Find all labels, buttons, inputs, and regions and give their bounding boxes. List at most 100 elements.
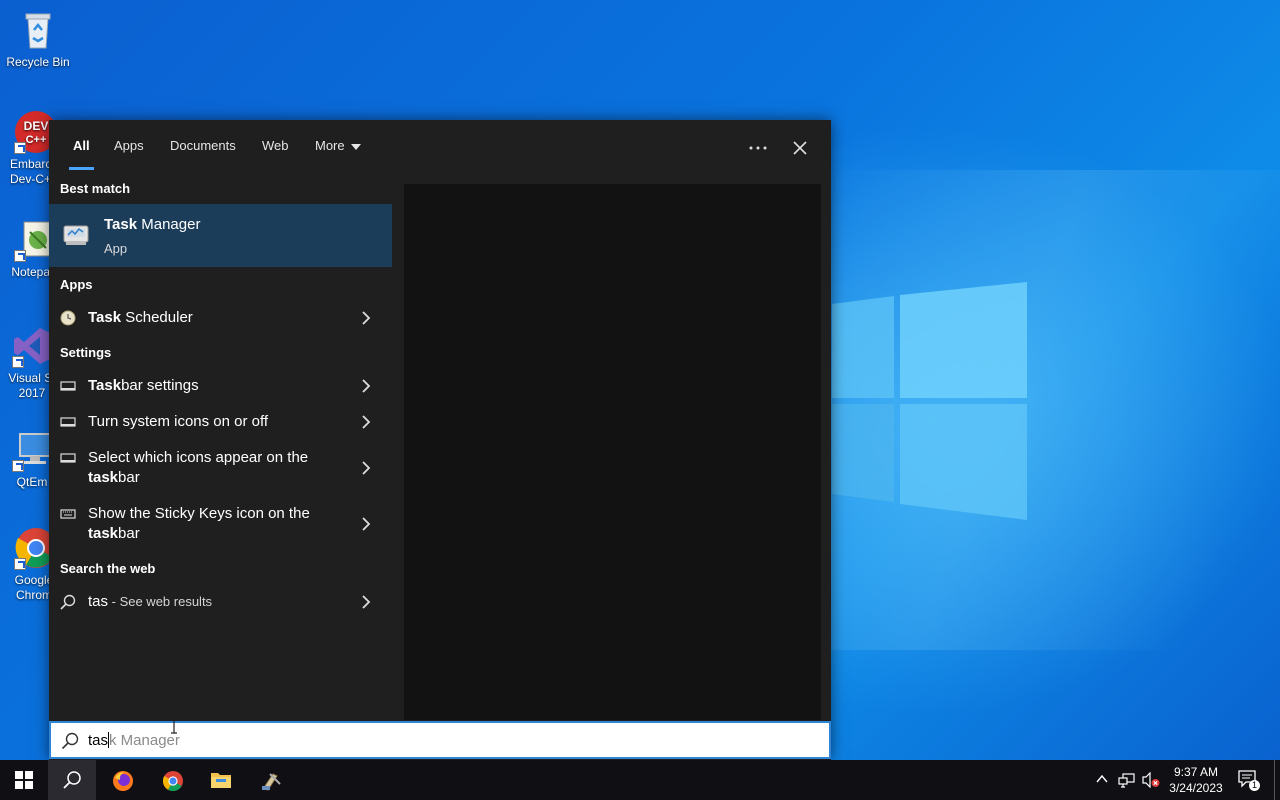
tab-documents[interactable]: Documents (170, 120, 236, 172)
tab-more-label: More (315, 138, 345, 153)
chevron-right-icon[interactable] (359, 379, 373, 393)
taskbar-search-button[interactable] (48, 760, 96, 800)
search-icon (63, 771, 81, 789)
chevron-right-icon[interactable] (359, 311, 373, 325)
clock-time: 9:37 AM (1173, 765, 1219, 779)
label-rest-part: Scheduler (121, 309, 193, 326)
chrome-icon (162, 771, 183, 792)
start-search-panel: All Apps Documents Web More Best match T… (49, 120, 831, 760)
search-autocomplete-text: k Manager (109, 732, 180, 749)
clock-icon (60, 310, 76, 326)
more-options-button[interactable] (743, 132, 773, 162)
close-button[interactable] (785, 132, 815, 162)
taskbar-clock[interactable]: 9:37 AM 3/24/2023 (1160, 764, 1232, 796)
shortcut-arrow-icon (14, 142, 26, 154)
show-desktop-button[interactable] (1274, 760, 1280, 800)
firefox-icon (113, 771, 133, 791)
shortcut-arrow-icon (14, 250, 26, 262)
windows-logo-icon (15, 771, 33, 789)
label-rest-part: bar (118, 469, 140, 486)
label-pre-part: Show the Sticky Keys icon on the (88, 505, 310, 522)
ellipsis-icon (749, 146, 767, 150)
result-label: Task Scheduler (88, 308, 328, 328)
task-manager-icon (63, 225, 89, 245)
result-select-icons[interactable]: Select which icons appear on the taskbar (49, 440, 392, 496)
section-heading-search-web: Search the web (60, 561, 156, 576)
taskbar-settings-icon (60, 417, 76, 427)
taskbar-file-explorer[interactable] (196, 760, 244, 800)
tools-app-icon (262, 773, 281, 791)
shortcut-arrow-icon (12, 356, 24, 368)
result-label: Taskbar settings (88, 376, 328, 396)
search-results-list: Best match Task Manager App Apps Task Sc… (49, 172, 392, 720)
search-icon (60, 594, 76, 610)
label-rest-part: bar settings (121, 377, 199, 394)
search-input[interactable]: task Manager (88, 732, 180, 749)
shortcut-arrow-icon (14, 558, 26, 570)
clock-date: 3/24/2023 (1169, 781, 1223, 795)
label-bold-part: task (88, 469, 119, 486)
chevron-right-icon[interactable] (359, 595, 373, 609)
label-bold-part: task (88, 525, 119, 542)
svg-text:DEV: DEV (24, 119, 49, 133)
action-center-button[interactable]: 1 (1236, 768, 1262, 792)
label-pre-part: Select which icons appear on the (88, 449, 309, 466)
start-button[interactable] (0, 760, 48, 800)
result-web-search[interactable]: tas - See web results (49, 584, 392, 620)
chevron-right-icon[interactable] (359, 461, 373, 475)
label-bold-part: Task (88, 377, 122, 394)
web-suffix: - See web results (108, 594, 213, 609)
result-taskbar-settings[interactable]: Taskbar settings (49, 368, 392, 404)
result-label: Select which icons appear on the taskbar (88, 448, 328, 488)
section-heading-settings: Settings (60, 345, 112, 360)
caret-down-icon (350, 143, 361, 150)
best-match-title: Task Manager (104, 216, 200, 233)
svg-text:C++: C++ (26, 134, 47, 146)
title-bold-part: Task (104, 216, 138, 233)
best-match-subtitle: App (104, 241, 128, 256)
chevron-right-icon[interactable] (359, 415, 373, 429)
mouse-ibeam-cursor-icon (171, 718, 177, 734)
keyboard-icon (60, 509, 76, 519)
result-task-scheduler[interactable]: Task Scheduler (49, 300, 392, 336)
result-label: tas - See web results (88, 592, 328, 612)
shortcut-arrow-icon (12, 460, 24, 472)
taskbar-app[interactable] (246, 760, 294, 800)
search-filter-tabs: All Apps Documents Web More (49, 120, 831, 172)
tab-web[interactable]: Web (262, 120, 289, 172)
desktop-icon-label: Recycle Bin (6, 55, 70, 69)
chevron-right-icon[interactable] (359, 517, 373, 531)
section-heading-apps: Apps (60, 277, 93, 292)
tab-more[interactable]: More (315, 120, 361, 172)
result-label: Turn system icons on or off (88, 413, 269, 430)
label-rest-part: bar (118, 525, 140, 542)
folder-icon (211, 773, 231, 788)
volume-muted-icon[interactable] (1142, 772, 1160, 788)
result-label: Show the Sticky Keys icon on the taskbar (88, 504, 328, 544)
taskbar: 9:37 AM 3/24/2023 1 (0, 760, 1280, 800)
search-box[interactable]: task Manager (49, 721, 831, 759)
best-match-task-manager[interactable]: Task Manager App (49, 204, 392, 267)
result-system-icons[interactable]: Turn system icons on or off (49, 404, 392, 440)
title-rest-part: Manager (137, 216, 201, 233)
label-bold-part: Task (88, 309, 122, 326)
windows-logo-wallpaper (832, 282, 1027, 520)
network-icon[interactable] (1118, 772, 1136, 788)
close-icon (793, 141, 807, 155)
section-heading-best-match: Best match (60, 181, 131, 196)
tab-all[interactable]: All (69, 120, 94, 172)
search-icon (61, 732, 79, 750)
taskbar-firefox[interactable] (98, 760, 146, 800)
chevron-up-icon[interactable] (1096, 774, 1108, 784)
taskbar-settings-icon (60, 381, 76, 391)
search-typed-text: tas (88, 732, 109, 749)
result-sticky-keys[interactable]: Show the Sticky Keys icon on the taskbar (49, 496, 392, 552)
visual-studio-icon (10, 324, 54, 368)
tab-apps[interactable]: Apps (114, 120, 144, 172)
result-preview-pane (404, 184, 821, 720)
desktop-icon-recycle-bin[interactable]: Recycle Bin (0, 8, 76, 70)
taskbar-settings-icon (60, 453, 76, 463)
web-query: tas (88, 593, 109, 610)
notification-count-badge: 1 (1249, 780, 1260, 791)
taskbar-chrome[interactable] (148, 760, 196, 800)
